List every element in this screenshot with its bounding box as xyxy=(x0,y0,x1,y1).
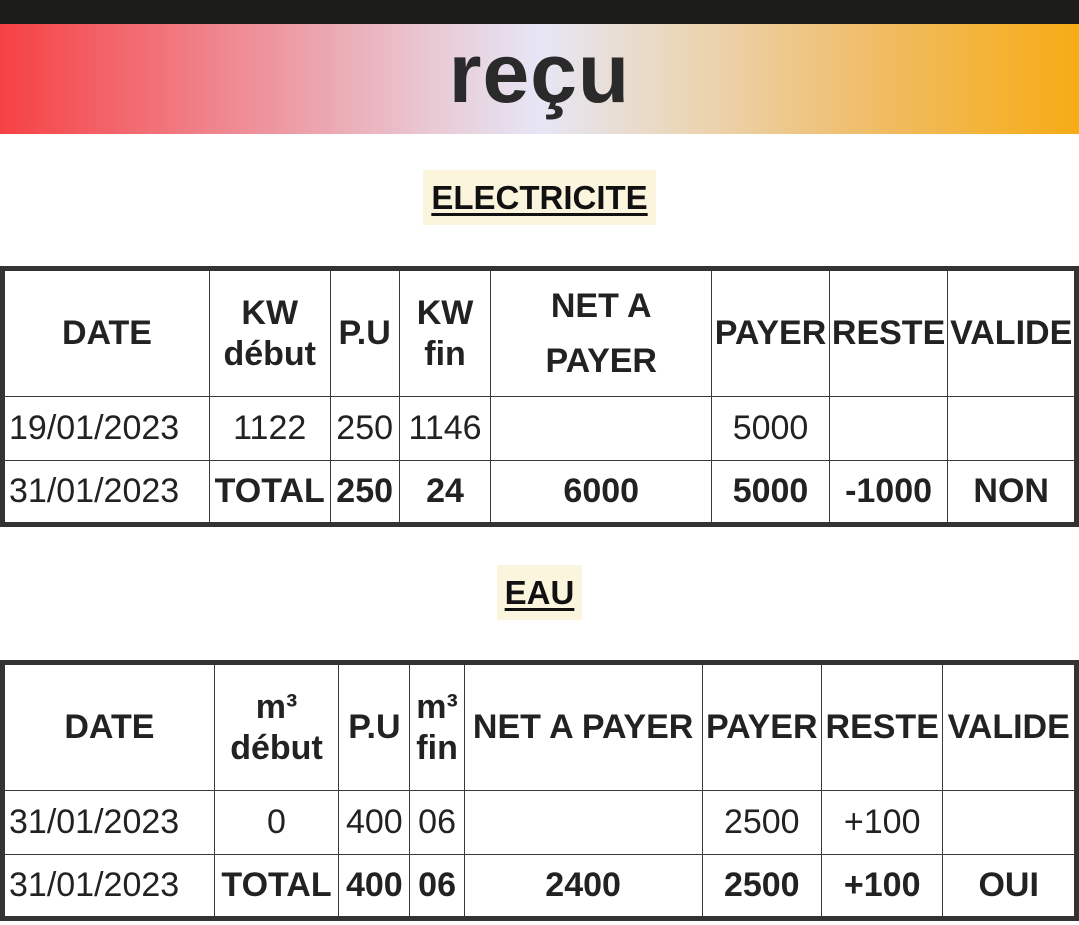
electricite-section-label: ELECTRICITE xyxy=(0,170,1079,225)
cell-pu: 400 xyxy=(338,854,411,919)
header-kw-fin-unit: KW xyxy=(416,293,474,332)
cell-date: 31/01/2023 xyxy=(2,460,210,525)
header-m3-debut: m³ début xyxy=(213,662,340,791)
header-pu: P.U xyxy=(329,268,400,397)
header-valide: VALIDE xyxy=(942,662,1077,791)
cell-valide: NON xyxy=(947,460,1077,525)
cell-pu: 400 xyxy=(338,790,411,855)
header-kw-debut-word: début xyxy=(223,334,316,373)
header-kw-debut-unit: KW xyxy=(241,293,299,332)
cell-reste: +100 xyxy=(820,854,944,919)
cell-fin: 24 xyxy=(398,460,492,525)
cell-pu: 250 xyxy=(329,460,400,525)
cell-debut: 1122 xyxy=(208,396,331,461)
cell-valide xyxy=(947,396,1077,461)
header-payer: PAYER xyxy=(701,662,822,791)
eau-table: DATE m³ début P.U m³ fin NET A PAYER PAY… xyxy=(0,660,1079,921)
table-row-total: 31/01/2023 TOTAL 400 06 2400 2500 +100 O… xyxy=(2,854,1077,919)
header-m3-fin-unit: m³ xyxy=(416,687,458,726)
top-status-bar xyxy=(0,0,1079,24)
cell-net: 6000 xyxy=(490,460,713,525)
header-net-a-payer: NET A PAYER xyxy=(463,662,703,791)
cell-payer: 2500 xyxy=(701,790,822,855)
cell-payer: 5000 xyxy=(711,396,830,461)
receipt-title: reçu xyxy=(448,26,631,120)
table-row: 19/01/2023 1122 250 1146 5000 xyxy=(2,396,1077,461)
cell-valide xyxy=(942,790,1077,855)
cell-net: 2400 xyxy=(463,854,703,919)
header-m3-debut-unit: m³ xyxy=(255,687,298,726)
cell-fin: 1146 xyxy=(398,396,492,461)
header-kw-fin: KW fin xyxy=(398,268,492,397)
cell-date: 31/01/2023 xyxy=(2,854,215,919)
cell-fin: 06 xyxy=(409,790,465,855)
cell-net xyxy=(490,396,713,461)
receipt-header: reçu xyxy=(0,24,1079,134)
table-row-total: 31/01/2023 TOTAL 250 24 6000 5000 -1000 … xyxy=(2,460,1077,525)
eau-section-label: EAU xyxy=(0,565,1079,620)
cell-reste xyxy=(828,396,949,461)
header-pu: P.U xyxy=(338,662,411,791)
cell-pu: 250 xyxy=(329,396,400,461)
header-m3-fin: m³ fin xyxy=(409,662,465,791)
cell-valide: OUI xyxy=(942,854,1077,919)
cell-fin: 06 xyxy=(409,854,465,919)
eau-header-row: DATE m³ début P.U m³ fin NET A PAYER PAY… xyxy=(2,662,1077,791)
table-row: 31/01/2023 0 400 06 2500 +100 xyxy=(2,790,1077,855)
cell-total-label: TOTAL xyxy=(208,460,331,525)
cell-debut: 0 xyxy=(213,790,340,855)
header-net-a-payer: NET A PAYER xyxy=(490,268,713,397)
header-m3-debut-word: début xyxy=(230,728,323,767)
cell-payer: 5000 xyxy=(711,460,830,525)
cell-reste: +100 xyxy=(820,790,944,855)
cell-net xyxy=(463,790,703,855)
header-reste: RESTE xyxy=(828,268,949,397)
electricite-label-text: ELECTRICITE xyxy=(423,170,656,225)
electricite-header-row: DATE KW début P.U KW fin NET A PAYER PAY… xyxy=(2,268,1077,397)
header-date: DATE xyxy=(2,268,210,397)
eau-label-text: EAU xyxy=(496,565,583,620)
cell-payer: 2500 xyxy=(701,854,822,919)
cell-date: 19/01/2023 xyxy=(2,396,210,461)
cell-total-label: TOTAL xyxy=(213,854,340,919)
cell-reste: -1000 xyxy=(828,460,949,525)
cell-date: 31/01/2023 xyxy=(2,790,215,855)
header-net-line1: NET A xyxy=(550,287,652,326)
header-m3-fin-word: fin xyxy=(416,728,458,767)
header-valide: VALIDE xyxy=(947,268,1077,397)
header-payer: PAYER xyxy=(711,268,830,397)
header-kw-debut: KW début xyxy=(208,268,331,397)
header-date: DATE xyxy=(2,662,215,791)
header-kw-fin-word: fin xyxy=(424,334,466,373)
electricite-table: DATE KW début P.U KW fin NET A PAYER PAY… xyxy=(0,266,1079,527)
header-reste: RESTE xyxy=(820,662,944,791)
header-net-line2: PAYER xyxy=(545,341,657,380)
